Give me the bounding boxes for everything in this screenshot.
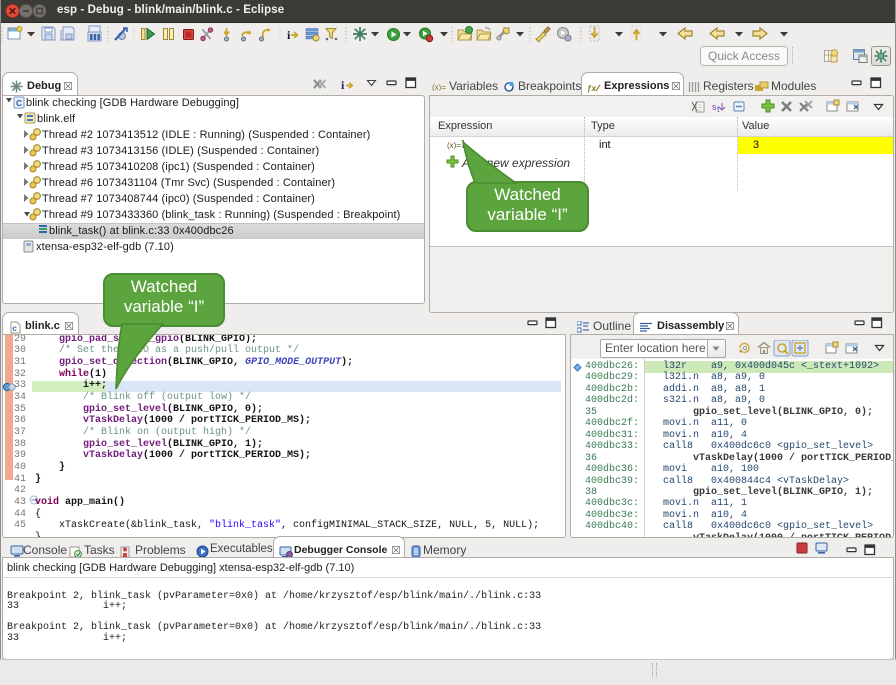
svg-text:C: C: [16, 98, 22, 108]
svg-text:c: c: [12, 324, 17, 333]
svg-text:(x)=: (x)=: [432, 83, 446, 91]
svg-text:i: i: [287, 28, 291, 42]
svg-text:ƒx: ƒx: [587, 84, 596, 93]
svg-text:i: i: [341, 78, 345, 92]
svg-text:t: t: [717, 104, 720, 114]
